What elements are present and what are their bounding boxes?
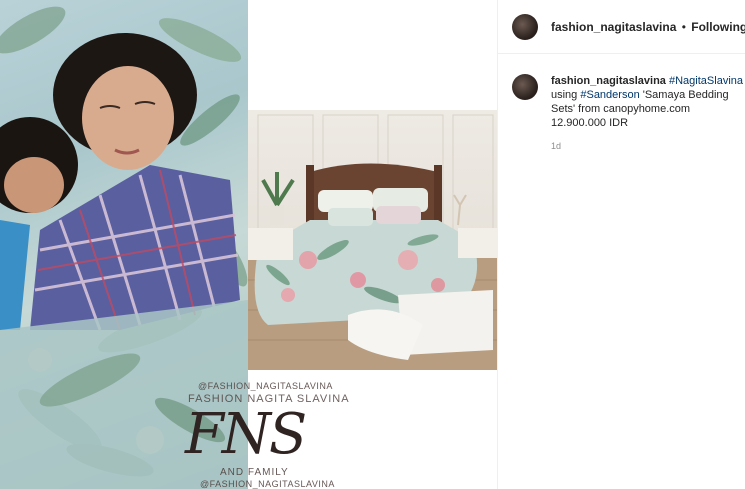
caption-body: fashion_nagitaslavina #NagitaSlavina usi…: [551, 74, 745, 153]
separator-dot: •: [681, 19, 686, 34]
caption-username-link[interactable]: fashion_nagitaslavina: [551, 75, 666, 87]
post-image[interactable]: @FASHION_NAGITASLAVINA FASHION NAGITA SL…: [0, 0, 497, 489]
username-link[interactable]: fashion_nagitaslavina: [551, 20, 676, 34]
hashtag-link[interactable]: #NagitaSlavina: [669, 75, 743, 87]
watermark-monogram: FNS: [185, 402, 307, 467]
watermark-handle-bottom: @FASHION_NAGITASLAVINA: [200, 479, 335, 489]
post-header-text: fashion_nagitaslavina • Following: [551, 20, 745, 34]
avatar[interactable]: [512, 13, 538, 40]
post-side-panel: fashion_nagitaslavina • Following fashio…: [497, 0, 745, 489]
watermark-family: AND FAMILY: [220, 467, 289, 478]
post-timestamp[interactable]: 1d: [551, 139, 745, 153]
watermark-handle: @FASHION_NAGITASLAVINA: [198, 381, 333, 391]
post-photo-bedding: [248, 110, 497, 370]
bed-illustration: [248, 114, 497, 370]
caption-text: using: [551, 89, 578, 101]
post-header: fashion_nagitaslavina • Following: [498, 0, 745, 54]
following-button[interactable]: Following: [691, 20, 745, 34]
caption-avatar[interactable]: [512, 74, 538, 100]
hashtag-link[interactable]: #Sanderson: [580, 89, 639, 101]
caption-text: 'Samaya Bedding Sets' from canopyhome.co…: [551, 89, 729, 129]
post-caption: fashion_nagitaslavina #NagitaSlavina usi…: [498, 54, 745, 153]
